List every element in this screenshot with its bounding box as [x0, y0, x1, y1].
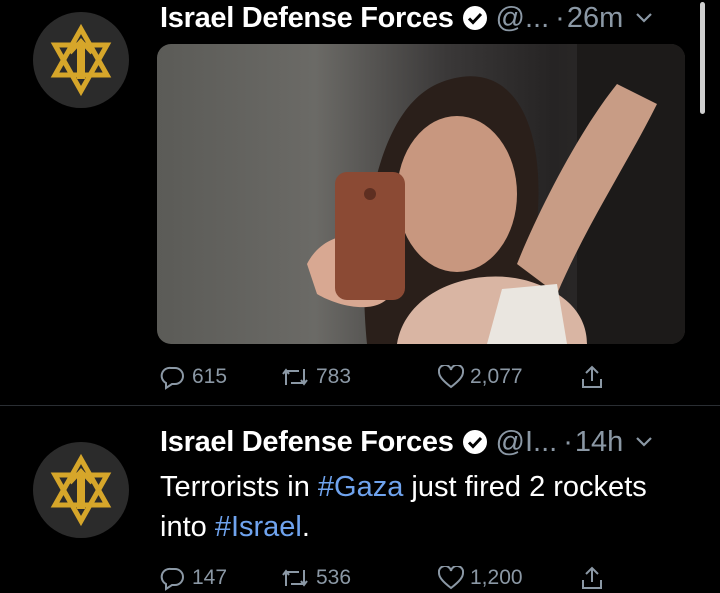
tweet[interactable]: Israel Defense Forces @I... · 14h Terror…	[0, 405, 720, 591]
chevron-down-icon[interactable]	[635, 12, 653, 24]
retweet-button[interactable]: 536	[280, 566, 351, 590]
retweet-icon	[282, 569, 308, 587]
retweet-button[interactable]: 783	[280, 365, 351, 389]
timestamp[interactable]: 14h	[575, 426, 623, 459]
timestamp[interactable]: 26m	[567, 2, 623, 35]
reply-button[interactable]: 615	[160, 364, 227, 390]
verified-badge-icon	[462, 5, 488, 31]
like-count: 1,200	[470, 566, 523, 589]
tweet-text-part: .	[301, 511, 310, 543]
reply-count: 147	[192, 566, 228, 589]
avatar[interactable]	[33, 12, 129, 108]
separator-dot: ·	[563, 425, 573, 458]
tweet-text: Terrorists in #Gaza just fired 2 rockets…	[160, 467, 680, 547]
idf-emblem-icon	[50, 23, 112, 97]
retweet-count: 536	[316, 566, 352, 589]
reply-icon	[160, 567, 184, 591]
tweet-actions: 615 783 2,077	[160, 362, 620, 392]
separator-dot: ·	[555, 1, 565, 34]
tweet-photo[interactable]	[157, 44, 685, 344]
scrollbar[interactable]	[700, 2, 705, 114]
like-button[interactable]: 1,200	[438, 566, 523, 590]
reply-icon	[160, 366, 184, 390]
photo-content	[307, 44, 685, 344]
tweet-header: Israel Defense Forces @... · 26m	[160, 0, 700, 36]
tweet-header: Israel Defense Forces @I... · 14h	[160, 424, 700, 460]
tweet-text-part: Terrorists in	[160, 471, 318, 503]
share-icon	[582, 365, 602, 388]
hashtag-link[interactable]: #Israel	[215, 511, 302, 543]
retweet-count: 783	[316, 365, 352, 388]
like-button[interactable]: 2,077	[438, 365, 523, 389]
heart-icon	[438, 566, 464, 590]
share-button[interactable]	[580, 565, 604, 591]
author-name[interactable]: Israel Defense Forces	[160, 426, 454, 459]
tweet-actions: 147 536 1,200	[160, 563, 620, 593]
verified-badge-icon	[462, 429, 488, 455]
share-button[interactable]	[580, 364, 604, 390]
heart-icon	[438, 365, 464, 389]
reply-count: 615	[192, 365, 228, 388]
tweet[interactable]: Israel Defense Forces @... · 26m 615 783…	[0, 0, 720, 405]
avatar[interactable]	[33, 442, 129, 538]
share-icon	[582, 566, 602, 589]
like-count: 2,077	[470, 365, 523, 388]
idf-emblem-icon	[50, 453, 112, 527]
author-handle[interactable]: @I...	[496, 426, 558, 459]
retweet-icon	[282, 368, 308, 386]
chevron-down-icon[interactable]	[635, 436, 653, 448]
author-handle[interactable]: @...	[496, 2, 550, 35]
reply-button[interactable]: 147	[160, 565, 227, 591]
author-name[interactable]: Israel Defense Forces	[160, 2, 454, 35]
hashtag-link[interactable]: #Gaza	[318, 471, 403, 503]
